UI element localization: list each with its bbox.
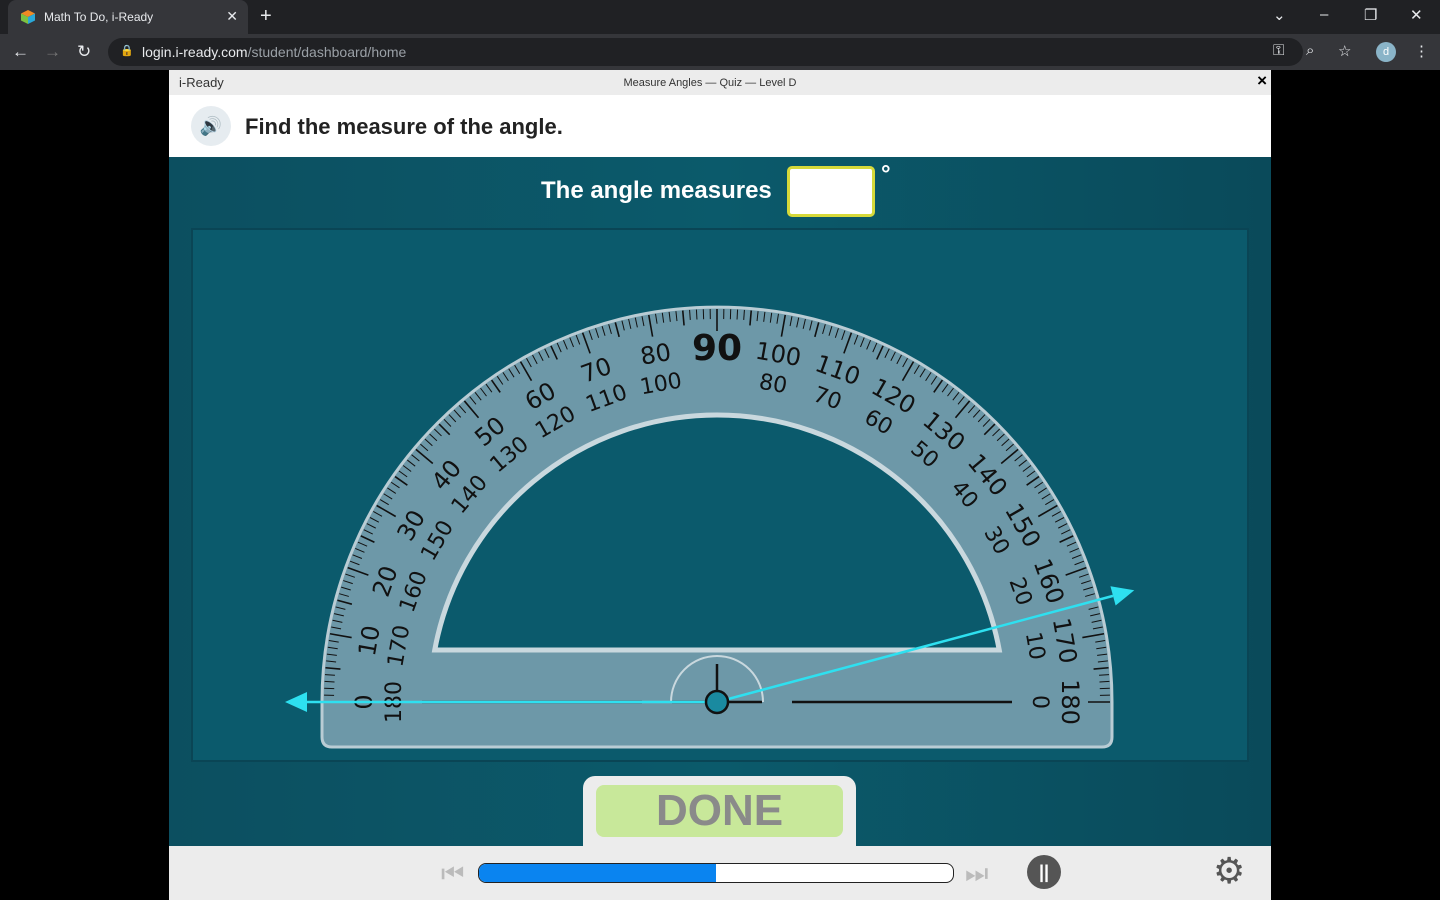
angle-answer-input[interactable] <box>787 166 875 217</box>
done-panel: DONE <box>583 776 856 851</box>
protractor-workspace: 0 10 20 30 40 50 60 70 80 90 100 110 120 130 140 150 160… <box>191 228 1249 762</box>
inner-scale-label: 0 <box>1027 695 1052 709</box>
browser-toolbar: ← → ↻ 🔒 login.i-ready.com/student/dashbo… <box>0 34 1440 70</box>
question-stage: The angle measures ° 0 10 20 30 40 50 60 70 80 90… <box>169 157 1271 851</box>
tab-title: Math To Do, i-Ready <box>44 10 154 24</box>
next-icon[interactable]: ⏭ <box>965 858 988 890</box>
tab-close-icon[interactable]: ✕ <box>226 8 238 25</box>
previous-icon[interactable]: ⏮ <box>441 858 464 890</box>
browser-tab-bar: Math To Do, i-Ready ✕ + ⌄ – ❐ ✕ <box>0 0 1440 34</box>
minimize-icon[interactable]: – <box>1320 6 1328 23</box>
app-close-button[interactable]: × <box>1257 71 1267 91</box>
speaker-icon[interactable]: 🔊 <box>191 106 231 146</box>
settings-gear-icon[interactable]: ⚙ <box>1213 853 1245 889</box>
pause-button[interactable]: || <box>1027 855 1061 889</box>
avatar[interactable]: d <box>1376 42 1396 62</box>
forward-icon[interactable]: → <box>44 42 61 62</box>
outer-scale-label: 90 <box>692 328 742 369</box>
vertex-point <box>704 689 730 715</box>
progress-fill <box>479 864 716 882</box>
answer-prompt: The angle measures <box>541 177 772 204</box>
maximize-icon[interactable]: ❐ <box>1364 6 1377 24</box>
star-icon[interactable]: ☆ <box>1338 42 1351 60</box>
ray-arrowhead-right <box>1110 586 1135 606</box>
iready-cube-icon <box>21 10 35 24</box>
back-icon[interactable]: ← <box>12 42 29 62</box>
url-path: /student/dashboard/home <box>247 44 407 60</box>
lock-icon: 🔒 <box>120 45 134 57</box>
browser-tab[interactable]: Math To Do, i-Ready ✕ <box>8 0 248 34</box>
done-button[interactable]: DONE <box>596 785 843 837</box>
protractor-tick <box>736 309 739 320</box>
zoom-icon[interactable]: ⌕ <box>1306 42 1314 59</box>
question-text: Find the measure of the angle. <box>245 114 563 139</box>
protractor: 010203040506070 80 90 100 110120130140150160… <box>285 305 1135 749</box>
address-bar[interactable]: 🔒 login.i-ready.com/student/dashboard/ho… <box>108 38 1303 66</box>
protractor-tick <box>695 309 698 320</box>
window-close-icon[interactable]: ✕ <box>1410 6 1423 24</box>
protractor-tick <box>1099 680 1110 683</box>
reload-icon[interactable]: ↻ <box>77 42 91 62</box>
protractor-tick <box>324 674 335 676</box>
protractor-tick <box>743 309 745 320</box>
progress-bar <box>478 863 954 883</box>
outer-scale-label: 80 <box>638 338 673 371</box>
player-controls: ⏮ ⏭ || ⚙ <box>169 846 1271 900</box>
key-icon[interactable]: ⚿ <box>1273 42 1284 59</box>
app-header: i-Ready Measure Angles — Quiz — Level D … <box>169 70 1271 95</box>
outer-scale-label: 180 <box>1056 679 1084 725</box>
iready-app: i-Ready Measure Angles — Quiz — Level D … <box>169 70 1271 900</box>
menu-icon[interactable]: ⋮ <box>1414 42 1429 60</box>
inner-scale-label: 80 <box>757 370 789 399</box>
profile-dropdown-icon[interactable]: ⌄ <box>1273 6 1286 24</box>
outer-scale-label: 10 <box>353 623 386 658</box>
ray-arrowhead-left <box>285 692 307 712</box>
protractor-tick <box>689 309 691 320</box>
protractor-tick <box>324 680 335 683</box>
url-host: login.i-ready.com <box>142 44 248 60</box>
lesson-title: Measure Angles — Quiz — Level D <box>623 77 797 89</box>
question-bar: 🔊 Find the measure of the angle. <box>169 95 1271 157</box>
degree-symbol: ° <box>881 161 891 188</box>
inner-scale-label: 10 <box>1020 630 1049 662</box>
new-tab-icon[interactable]: + <box>260 5 272 28</box>
protractor-tick <box>1099 674 1110 676</box>
